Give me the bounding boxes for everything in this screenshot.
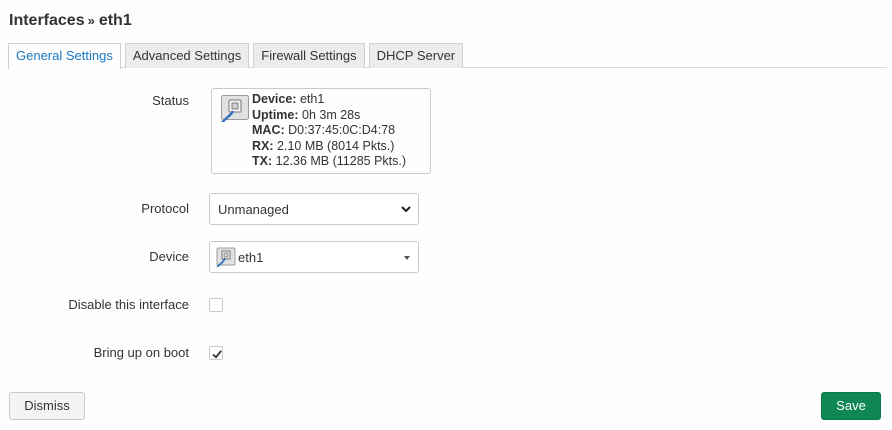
- caret-down-icon: [404, 256, 410, 260]
- device-label: Device: [149, 249, 189, 264]
- breadcrumb-separator: »: [87, 13, 95, 28]
- disable-interface-label: Disable this interface: [68, 297, 189, 312]
- status-uptime-value: 0h 3m 28s: [302, 107, 361, 122]
- status-uptime-row: Uptime: 0h 3m 28s: [252, 108, 406, 124]
- tab-dhcp-server[interactable]: DHCP Server: [368, 43, 464, 68]
- save-button[interactable]: Save: [821, 392, 881, 420]
- tab-advanced-settings[interactable]: Advanced Settings: [124, 43, 250, 68]
- page-title-sub: eth1: [98, 12, 132, 29]
- status-tx-key: TX:: [252, 154, 273, 168]
- ethernet-port-icon: [220, 94, 250, 125]
- chevron-down-icon: [401, 206, 411, 213]
- checkmark-icon: [212, 350, 222, 359]
- disable-interface-checkbox[interactable]: [209, 298, 223, 312]
- device-select[interactable]: eth1: [209, 241, 419, 273]
- status-rx-value: 2.10 MB (8014 Pkts.): [277, 138, 395, 153]
- status-label: Status: [152, 93, 189, 108]
- protocol-select[interactable]: Unmanaged: [209, 193, 419, 225]
- status-device-row: Device: eth1: [252, 92, 406, 108]
- status-uptime-key: Uptime:: [252, 107, 299, 122]
- status-mac-value: D0:37:45:0C:D4:78: [288, 123, 396, 137]
- status-mac-key: MAC:: [252, 123, 285, 137]
- tab-firewall-settings[interactable]: Firewall Settings: [253, 43, 365, 68]
- status-device-key: Device:: [252, 92, 297, 106]
- status-box: Device: eth1 Uptime: 0h 3m 28s MAC: D0:3…: [211, 88, 431, 174]
- protocol-label: Protocol: [141, 201, 189, 216]
- page-title-main: Interfaces: [9, 12, 85, 29]
- status-mac-row: MAC: D0:37:45:0C:D4:78: [252, 123, 406, 139]
- status-device-value: eth1: [299, 92, 325, 106]
- bring-up-on-boot-label: Bring up on boot: [93, 345, 189, 360]
- bring-up-on-boot-checkbox[interactable]: [209, 346, 223, 360]
- ethernet-port-icon: [216, 247, 236, 268]
- device-select-value: eth1: [238, 250, 264, 265]
- status-rx-row: RX: 2.10 MB (8014 Pkts.): [252, 139, 406, 155]
- status-tx-row: TX: 12.36 MB (11285 Pkts.): [252, 154, 406, 170]
- dismiss-button[interactable]: Dismiss: [9, 392, 85, 420]
- status-details: Device: eth1 Uptime: 0h 3m 28s MAC: D0:3…: [252, 92, 406, 170]
- status-tx-value: 12.36 MB (11285 Pkts.): [275, 154, 407, 168]
- protocol-select-value: Unmanaged: [218, 202, 289, 217]
- tab-general-settings[interactable]: General Settings: [8, 43, 121, 69]
- status-rx-key: RX:: [252, 138, 274, 153]
- tab-bar: General Settings Advanced Settings Firew…: [8, 43, 464, 69]
- page-title: Interfaces» eth1: [9, 12, 132, 30]
